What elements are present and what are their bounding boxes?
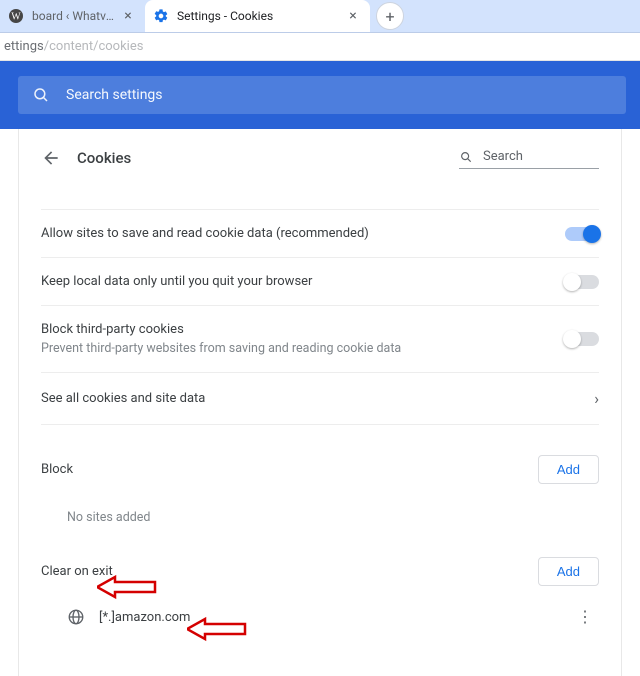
svg-text:W: W — [11, 12, 21, 23]
clear-add-button[interactable]: Add — [538, 557, 599, 586]
row-keep-label: Keep local data only until you quit your… — [41, 274, 312, 289]
tab-active-title: Settings - Cookies — [177, 9, 346, 23]
row-allow-label: Allow sites to save and read cookie data… — [41, 226, 369, 241]
back-arrow-icon[interactable] — [41, 148, 61, 168]
tab-inactive[interactable]: W board ‹ Whatvwant — Wor × — [0, 0, 145, 32]
omnibox[interactable]: ettings/content/cookies — [4, 39, 143, 54]
row-third-sub: Prevent third-party websites from saving… — [41, 341, 401, 356]
clear-site-row: [*.]amazon.com ⋮ — [41, 596, 599, 626]
page-title: Cookies — [77, 149, 131, 167]
gear-icon — [153, 8, 169, 24]
wordpress-favicon: W — [8, 8, 24, 24]
omnibox-row: ettings/content/cookies — [0, 33, 640, 61]
settings-header: Search settings — [0, 61, 640, 129]
cookies-search-placeholder: Search — [483, 149, 523, 164]
row-allow-cookies: Allow sites to save and read cookie data… — [41, 209, 599, 257]
clear-site-name: [*.]amazon.com — [99, 610, 190, 625]
row-seeall-label: See all cookies and site data — [41, 391, 205, 406]
block-thirdparty-toggle[interactable] — [565, 332, 599, 346]
cookies-search[interactable]: Search — [459, 147, 599, 169]
keep-local-toggle[interactable] — [565, 275, 599, 289]
tab-inactive-title: board ‹ Whatvwant — Wor — [32, 9, 121, 23]
row-third-label: Block third-party cookies — [41, 322, 401, 337]
search-icon — [32, 86, 50, 104]
settings-search[interactable]: Search settings — [18, 76, 626, 114]
search-icon — [459, 150, 473, 164]
settings-card: Cookies Search Allow sites to save and r… — [18, 129, 622, 676]
row-see-all[interactable]: See all cookies and site data › — [41, 372, 599, 425]
tab-strip: W board ‹ Whatvwant — Wor × Settings - C… — [0, 0, 640, 33]
row-block-thirdparty: Block third-party cookies Prevent third-… — [41, 305, 599, 372]
row-keep-local: Keep local data only until you quit your… — [41, 257, 599, 305]
new-tab-button[interactable]: + — [376, 2, 404, 30]
allow-cookies-toggle[interactable] — [565, 227, 599, 241]
chevron-right-icon: › — [594, 389, 599, 408]
globe-icon — [67, 608, 85, 626]
section-block: Block Add — [41, 455, 599, 484]
section-block-title: Block — [41, 462, 73, 477]
settings-search-placeholder: Search settings — [66, 87, 163, 103]
section-clear-title: Clear on exit — [41, 564, 113, 579]
section-clear-on-exit: Clear on exit Add — [41, 557, 599, 586]
tab-active[interactable]: Settings - Cookies × — [145, 0, 370, 32]
kebab-icon[interactable]: ⋮ — [577, 612, 599, 622]
close-icon[interactable]: × — [121, 9, 135, 23]
omnibox-url-tail: /content/cookies — [44, 39, 144, 54]
omnibox-url-head: ettings — [4, 39, 44, 54]
close-icon[interactable]: × — [346, 9, 360, 23]
block-empty-message: No sites added — [41, 484, 599, 535]
block-add-button[interactable]: Add — [538, 455, 599, 484]
